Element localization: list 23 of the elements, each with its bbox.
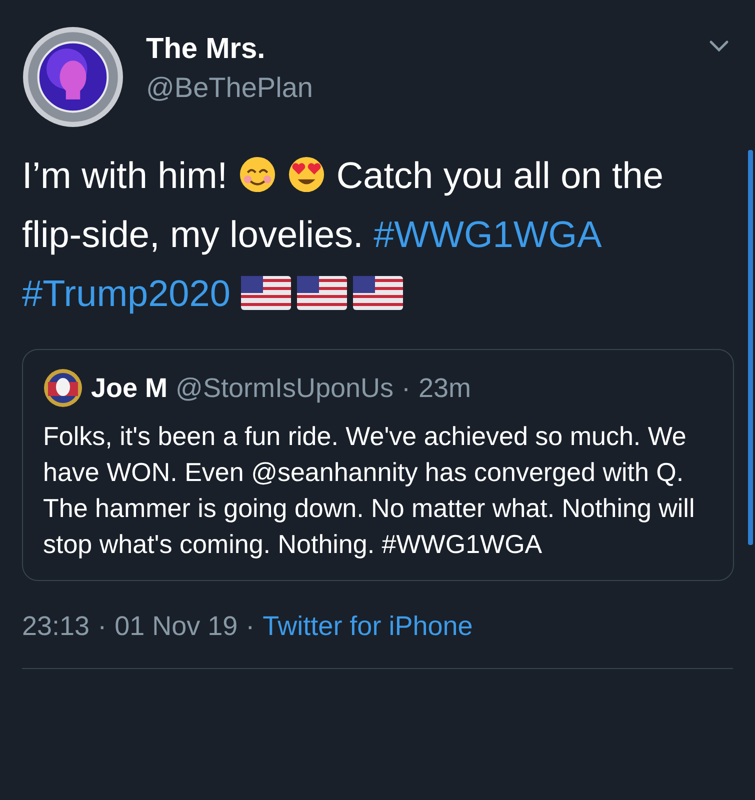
display-name: The Mrs. bbox=[146, 32, 266, 67]
user-handle: @StormIsUponUs bbox=[176, 372, 394, 404]
tweet-text: I’m with him! Catch you all on the flip-side, my lovelies. #WWG1WGA #Trump2020 bbox=[22, 154, 664, 316]
quoted-tweet-text: Folks, it's been a fun ride. We've achieved so much. We have WON. Even @seanhannity has converged with Q. The hammer is going down. No matter what. Nothing will stop what's coming. Nothing. #WWG1WGA bbox=[43, 420, 696, 561]
chevron-down-icon[interactable] bbox=[709, 40, 729, 52]
timestamp: 23m bbox=[418, 372, 472, 404]
flag-icon bbox=[296, 276, 347, 310]
source-link[interactable]: Twitter for iPhone bbox=[262, 611, 473, 642]
smiling-face-icon bbox=[238, 155, 277, 194]
separator-dot: · bbox=[98, 611, 107, 642]
user-handle: @BeThePlan bbox=[146, 71, 313, 105]
hashtag-link[interactable]: #WWG1WGA bbox=[374, 214, 600, 255]
tweet-date: 01 Nov 19 bbox=[114, 611, 238, 642]
separator-dot: · bbox=[402, 372, 410, 404]
flag-icon bbox=[240, 276, 291, 310]
display-name: Joe M bbox=[91, 372, 168, 404]
quoted-tweet[interactable] bbox=[22, 349, 734, 581]
hashtag-link[interactable]: #Trump2020 bbox=[22, 273, 230, 314]
separator-dot: · bbox=[246, 611, 255, 642]
scrollbar-thumb[interactable] bbox=[748, 150, 753, 545]
tweet-time: 23:13 bbox=[22, 611, 90, 642]
flag-icon bbox=[352, 276, 403, 310]
heart-eyes-icon bbox=[287, 155, 326, 194]
